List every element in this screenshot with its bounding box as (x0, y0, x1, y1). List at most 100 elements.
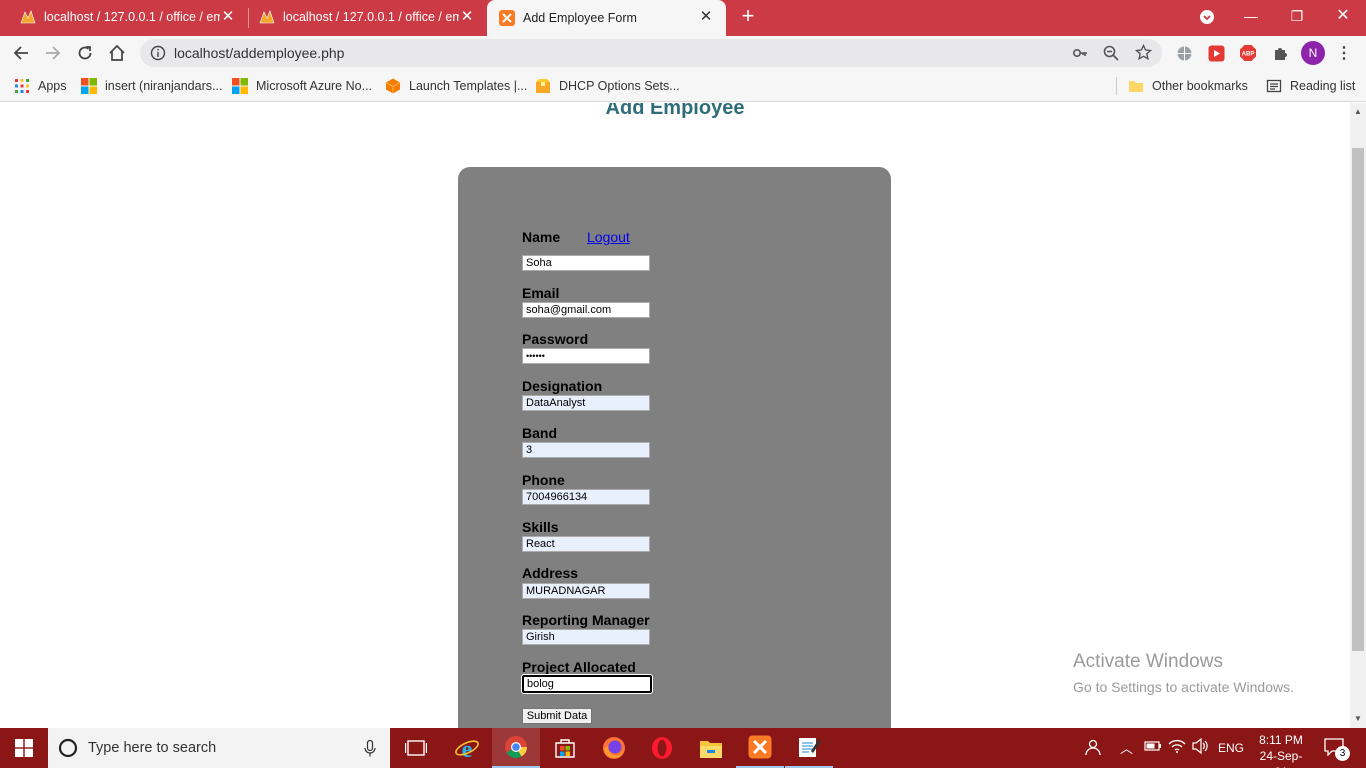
wifi-icon[interactable] (1168, 738, 1186, 757)
band-label: Band (522, 425, 557, 441)
tab-add-employee-form[interactable]: Add Employee Form ✕ (487, 0, 726, 36)
apps-grid-icon (15, 79, 29, 93)
reading-list-icon (1266, 79, 1282, 93)
scroll-up-arrow-icon[interactable]: ▲ (1354, 107, 1362, 116)
close-tab-icon[interactable]: ✕ (698, 9, 714, 25)
name-label: Name (522, 229, 561, 245)
windows-taskbar: Type here to search e ︿ ENG 8:11 PM 24-S… (0, 728, 1366, 779)
bookmark-label: Microsoft Azure No... (256, 79, 373, 93)
aws-cube-icon (385, 78, 401, 94)
password-input[interactable]: •••••• (522, 348, 650, 364)
bookmarks-bar: Apps insert (niranjandars... Microsoft A… (0, 70, 1366, 102)
minimize-window-icon[interactable]: — (1228, 0, 1274, 34)
email-input[interactable]: soha@gmail.com (522, 302, 650, 318)
logout-link[interactable]: Logout (587, 229, 630, 245)
task-view-icon[interactable] (392, 728, 440, 768)
chrome-icon[interactable] (492, 728, 540, 768)
microphone-icon[interactable] (364, 740, 376, 757)
new-tab-button[interactable]: + (726, 0, 770, 34)
notepad-icon[interactable] (785, 728, 833, 768)
volume-icon[interactable] (1192, 737, 1210, 757)
translate-extension-icon[interactable] (1174, 43, 1194, 63)
tab-search-icon[interactable] (1184, 0, 1230, 34)
extensions-puzzle-icon[interactable] (1270, 43, 1290, 63)
start-button[interactable] (0, 728, 48, 768)
battery-icon[interactable] (1144, 738, 1162, 757)
bookmark-other[interactable]: Other bookmarks (1128, 76, 1248, 96)
internet-explorer-icon[interactable]: e (443, 728, 491, 768)
phone-input[interactable]: 7004966134 (522, 489, 650, 505)
password-label: Password (522, 331, 589, 347)
watermark-subtitle: Go to Settings to activate Windows. (1073, 679, 1294, 695)
bookmark-label: insert (niranjandars... (105, 79, 223, 93)
file-explorer-icon[interactable] (687, 728, 735, 768)
reporting-manager-input[interactable]: Girish (522, 629, 650, 645)
bookmark-label: DHCP Options Sets... (559, 79, 680, 93)
reload-icon[interactable] (72, 40, 98, 66)
tab-title: localhost / 127.0.0.1 / office / em (283, 10, 459, 24)
opera-icon[interactable] (638, 728, 686, 768)
firefox-icon[interactable] (590, 728, 638, 768)
tab-phpmyadmin-1[interactable]: localhost / 127.0.0.1 / office / em ✕ (0, 0, 248, 34)
band-input[interactable]: 3 (522, 442, 650, 458)
info-icon[interactable] (150, 45, 166, 61)
address-label: Address (522, 565, 579, 581)
bookmark-star-icon[interactable] (1135, 44, 1152, 61)
system-clock[interactable]: 8:11 PM 24-Sep-21 (1254, 732, 1308, 780)
forward-icon[interactable] (40, 40, 66, 66)
bookmark-label: Launch Templates |... (409, 79, 528, 93)
bookmark-launch-templates[interactable]: Launch Templates |... (385, 76, 527, 96)
skills-input[interactable]: React (522, 536, 650, 552)
svg-text:e: e (462, 737, 473, 761)
bookmark-dhcp[interactable]: DHCP Options Sets... (535, 76, 680, 96)
windows-logo-icon (15, 739, 33, 757)
project-allocated-label: Project Allocated (522, 659, 636, 675)
name-input[interactable]: Soha (522, 255, 650, 271)
bookmark-label: Other bookmarks (1152, 79, 1248, 93)
tab-phpmyadmin-2[interactable]: localhost / 127.0.0.1 / office / em ✕ (239, 0, 487, 34)
zoom-icon[interactable] (1103, 45, 1119, 61)
adblock-plus-icon[interactable]: ABP (1238, 43, 1258, 63)
vertical-scrollbar[interactable]: ▲ ▼ (1350, 103, 1366, 728)
address-bar[interactable]: localhost/addemployee.php (140, 39, 1162, 67)
address-input[interactable]: MURADNAGAR (522, 583, 650, 599)
url-text: localhost/addemployee.php (174, 45, 345, 61)
close-window-icon[interactable]: ✕ (1320, 0, 1366, 34)
designation-input[interactable]: DataAnalyst (522, 395, 650, 411)
browser-toolbar: localhost/addemployee.php ABP N ⋮ (0, 36, 1366, 70)
phone-label: Phone (522, 472, 565, 488)
tab-title: Add Employee Form (523, 11, 637, 25)
taskbar-search[interactable]: Type here to search (48, 728, 390, 768)
microsoft-store-icon[interactable] (541, 728, 589, 768)
svg-text:ABP: ABP (1242, 52, 1255, 58)
xampp-control-icon[interactable] (736, 728, 784, 768)
show-hidden-icons-chevron-icon[interactable]: ︿ (1120, 738, 1133, 757)
close-tab-icon[interactable]: ✕ (220, 9, 236, 25)
phpmyadmin-icon (259, 10, 275, 24)
home-icon[interactable] (104, 40, 130, 66)
skills-label: Skills (522, 519, 559, 535)
language-indicator[interactable]: ENG (1218, 741, 1244, 755)
bookmark-azure[interactable]: Microsoft Azure No... (232, 76, 372, 96)
watermark-title: Activate Windows (1073, 651, 1223, 672)
bookmark-label: Apps (38, 79, 67, 93)
reporting-manager-label: Reporting Manager (522, 612, 650, 628)
bookmark-insert[interactable]: insert (niranjandars... (81, 76, 222, 96)
scroll-down-arrow-icon[interactable]: ▼ (1354, 714, 1362, 723)
key-icon[interactable] (1072, 45, 1088, 61)
video-extension-icon[interactable] (1206, 43, 1226, 63)
notification-center-icon[interactable]: 3 (1324, 738, 1350, 761)
project-allocated-input[interactable]: bolog (521, 674, 653, 694)
browser-menu-icon[interactable]: ⋮ (1334, 43, 1354, 63)
scrollbar-thumb[interactable] (1352, 148, 1364, 651)
clock-date: 24-Sep-21 (1259, 749, 1303, 779)
submit-data-button[interactable]: Submit Data (522, 708, 592, 724)
bookmark-apps[interactable]: Apps (14, 76, 67, 96)
back-icon[interactable] (8, 40, 34, 66)
profile-avatar[interactable]: N (1301, 41, 1325, 65)
close-tab-icon[interactable]: ✕ (459, 9, 475, 25)
tab-title: localhost / 127.0.0.1 / office / em (44, 10, 220, 24)
reading-list[interactable]: Reading list (1266, 76, 1355, 96)
people-icon[interactable] (1084, 738, 1102, 759)
restore-window-icon[interactable]: ❐ (1274, 0, 1320, 34)
